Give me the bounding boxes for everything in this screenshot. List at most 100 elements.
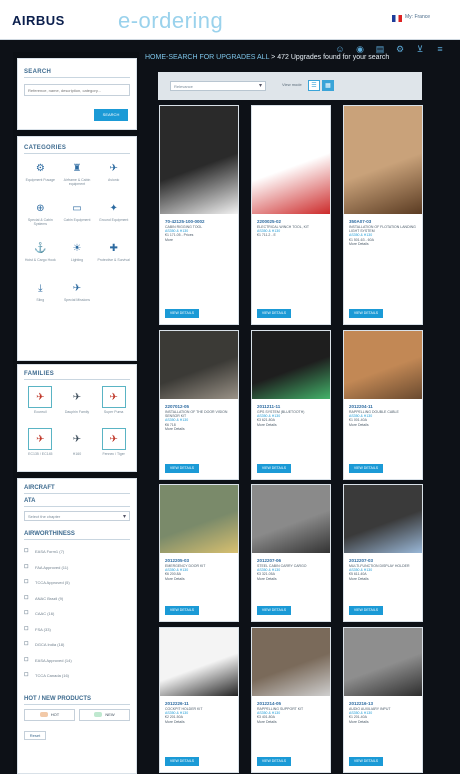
category-item[interactable]: ⚓ Hoist & Cargo Hook [24,242,57,276]
airworthiness-checkbox[interactable]: ☐ FSA (33) [24,622,130,638]
survival-icon: ✚ [109,243,118,254]
category-item[interactable]: ✦ Ground Equipment [97,202,130,236]
airworthiness-checkbox[interactable]: ☐ EASA Approved (14) [24,653,130,669]
product-card[interactable]: 2012207-03 Multi-Function Display Holder A… [343,484,423,622]
part-number[interactable]: 70-42125-100-0002 [160,214,238,225]
menu-icon[interactable]: ≡ [435,44,445,54]
part-number[interactable]: 2200025-02 [252,214,330,225]
category-item[interactable]: ✈ Special Missions [61,282,94,316]
airworthiness-checkbox[interactable]: ☐ TCCA Approved (5) [24,575,130,591]
family-item[interactable]: ✈ Fennec / Tiger [97,428,130,466]
product-card[interactable]: 2207012-05 Installation of the Door Visio… [159,330,239,480]
view-details-button[interactable]: VIEW DETAILS [257,606,291,615]
cart-icon[interactable]: ⊻ [415,44,425,54]
ata-select[interactable]: Select the chapter [24,511,130,521]
category-item[interactable]: ▭ Cabin Equipment [61,202,94,236]
airworthiness-checkbox[interactable]: ☐ ANAC Brazil (9) [24,591,130,607]
view-details-button[interactable]: VIEW DETAILS [257,757,291,766]
product-image[interactable] [344,485,422,553]
settings-icon[interactable]: ⚙ [395,44,405,54]
view-details-button[interactable]: VIEW DETAILS [349,309,383,318]
category-item[interactable]: ⤓ Sling [24,282,57,316]
product-card[interactable]: 2012226-11 Cockpit Holder Kit AS350 & H130… [159,627,239,773]
category-item[interactable]: ✈ Avionic [97,162,130,196]
helicopter-icon: ✈ [28,428,53,450]
breadcrumb-path[interactable]: HOME-SEARCH FOR UPGRADES ALL [145,54,269,61]
part-number[interactable]: 2012205-03 [160,553,238,564]
family-item[interactable]: ✈ Ecureuil [24,386,57,424]
user-icon[interactable]: ☺ [335,44,345,54]
family-item[interactable]: ✈ Super Puma [97,386,130,424]
product-card[interactable]: 2200025-02 Electrical Winch Tool, Kit AS35… [251,105,331,325]
airbus-logo[interactable]: AIRBUS [12,13,65,28]
airworthiness-checkbox[interactable]: ☐ FAA Approved (11) [24,560,130,576]
part-number[interactable]: 2012207-03 [344,553,422,564]
view-details-button[interactable]: VIEW DETAILS [349,606,383,615]
product-image[interactable] [252,485,330,553]
product-description: Installation of the Door Vision Sensor K… [165,410,228,419]
category-item[interactable]: ✚ Protective & Survival [97,242,130,276]
product-image[interactable] [344,628,422,696]
product-image[interactable] [344,106,422,214]
airworthiness-checkbox[interactable]: ☐ DGCA India (18) [24,637,130,653]
language-selector[interactable]: My: France [405,14,430,20]
search-button[interactable]: SEARCH [94,109,128,121]
hot-button[interactable]: HOT [24,708,75,721]
search-input[interactable] [24,84,130,96]
product-image[interactable] [160,628,238,696]
part-number[interactable]: 2012204-11 [344,399,422,410]
product-card[interactable]: 350A07-03 Installation of Flotation Landi… [343,105,423,325]
view-details-button[interactable]: VIEW DETAILS [165,464,199,473]
product-image[interactable] [160,485,238,553]
airworthiness-checkbox[interactable]: ☐ CAAC (16) [24,606,130,622]
product-card[interactable]: 2012207-06 Steel Cabin Carry Cargo AS350 &… [251,484,331,622]
reset-button[interactable]: Reset [24,730,46,740]
view-details-button[interactable]: VIEW DETAILS [257,309,291,318]
view-details-button[interactable]: VIEW DETAILS [165,606,199,615]
product-image[interactable] [160,106,238,214]
account-icon[interactable]: ◉ [355,44,365,54]
part-number[interactable]: 2012214-05 [252,696,330,707]
part-number[interactable]: 2012207-06 [252,553,330,564]
product-card[interactable]: 2012216-13 Audio Auxiliary Input AS350 & H… [343,627,423,773]
product-image[interactable] [252,106,330,214]
part-number[interactable]: 2207012-05 [160,399,238,410]
family-item[interactable]: ✈ H160 [61,428,94,466]
part-number[interactable]: 350A07-03 [344,214,422,225]
category-item[interactable]: ☀ Lighting [61,242,94,276]
category-item[interactable]: ♜ Airframe & Cabin equipment [61,162,94,196]
family-item[interactable]: ✈ Dauphin Family [61,386,94,424]
product-card[interactable]: 2012214-05 Rappelling Support Kit AS350 & … [251,627,331,773]
airworthiness-label: FSA (33) [35,626,51,632]
sort-select[interactable]: Relevance [170,81,266,91]
airworthiness-checkbox[interactable]: ☐ EASA Form1 (7) [24,544,130,560]
product-image[interactable] [160,331,238,399]
view-details-button[interactable]: VIEW DETAILS [165,757,199,766]
view-details-button[interactable]: VIEW DETAILS [349,757,383,766]
airworthiness-checkbox[interactable]: ☐ TCCA Canada (16) [24,668,130,684]
category-item[interactable]: ⊕ Special & Cabin Systems [24,202,57,236]
part-number[interactable]: 2011211-11 [252,399,330,410]
document-icon[interactable]: ▤ [375,44,385,54]
part-number[interactable]: 2012226-11 [160,696,238,707]
aircraft-title[interactable]: AIRCRAFT [24,485,130,494]
product-stock: More Details [349,719,369,724]
new-button[interactable]: NEW [79,708,130,721]
view-details-button[interactable]: VIEW DETAILS [257,464,291,473]
product-image[interactable] [252,628,330,696]
product-card[interactable]: 2011211-11 GPS System (Bluetooth) AS350 & … [251,330,331,480]
category-item[interactable]: ⚙ Equipment Fusage [24,162,57,196]
view-details-button[interactable]: VIEW DETAILS [165,309,199,318]
part-number[interactable]: 2012216-13 [344,696,422,707]
product-card[interactable]: 2012204-11 Rappelling Double Cable AS350 &… [343,330,423,480]
product-card[interactable]: 70-42125-100-0002 Cabin Rigging Tool AS350… [159,105,239,325]
checkbox-icon: ☐ [24,672,29,679]
product-image[interactable] [252,331,330,399]
product-card[interactable]: 2012205-03 EMERGENCY DOOR Kit AS350 & H130… [159,484,239,622]
grid-view-button[interactable]: ▦ [322,80,334,91]
list-view-button[interactable]: ☰ [308,80,320,91]
view-details-button[interactable]: VIEW DETAILS [349,464,383,473]
family-item[interactable]: ✈ EC135 / EC145 [24,428,57,466]
airworthiness-label: TCCA Canada (16) [35,673,70,679]
product-image[interactable] [344,331,422,399]
